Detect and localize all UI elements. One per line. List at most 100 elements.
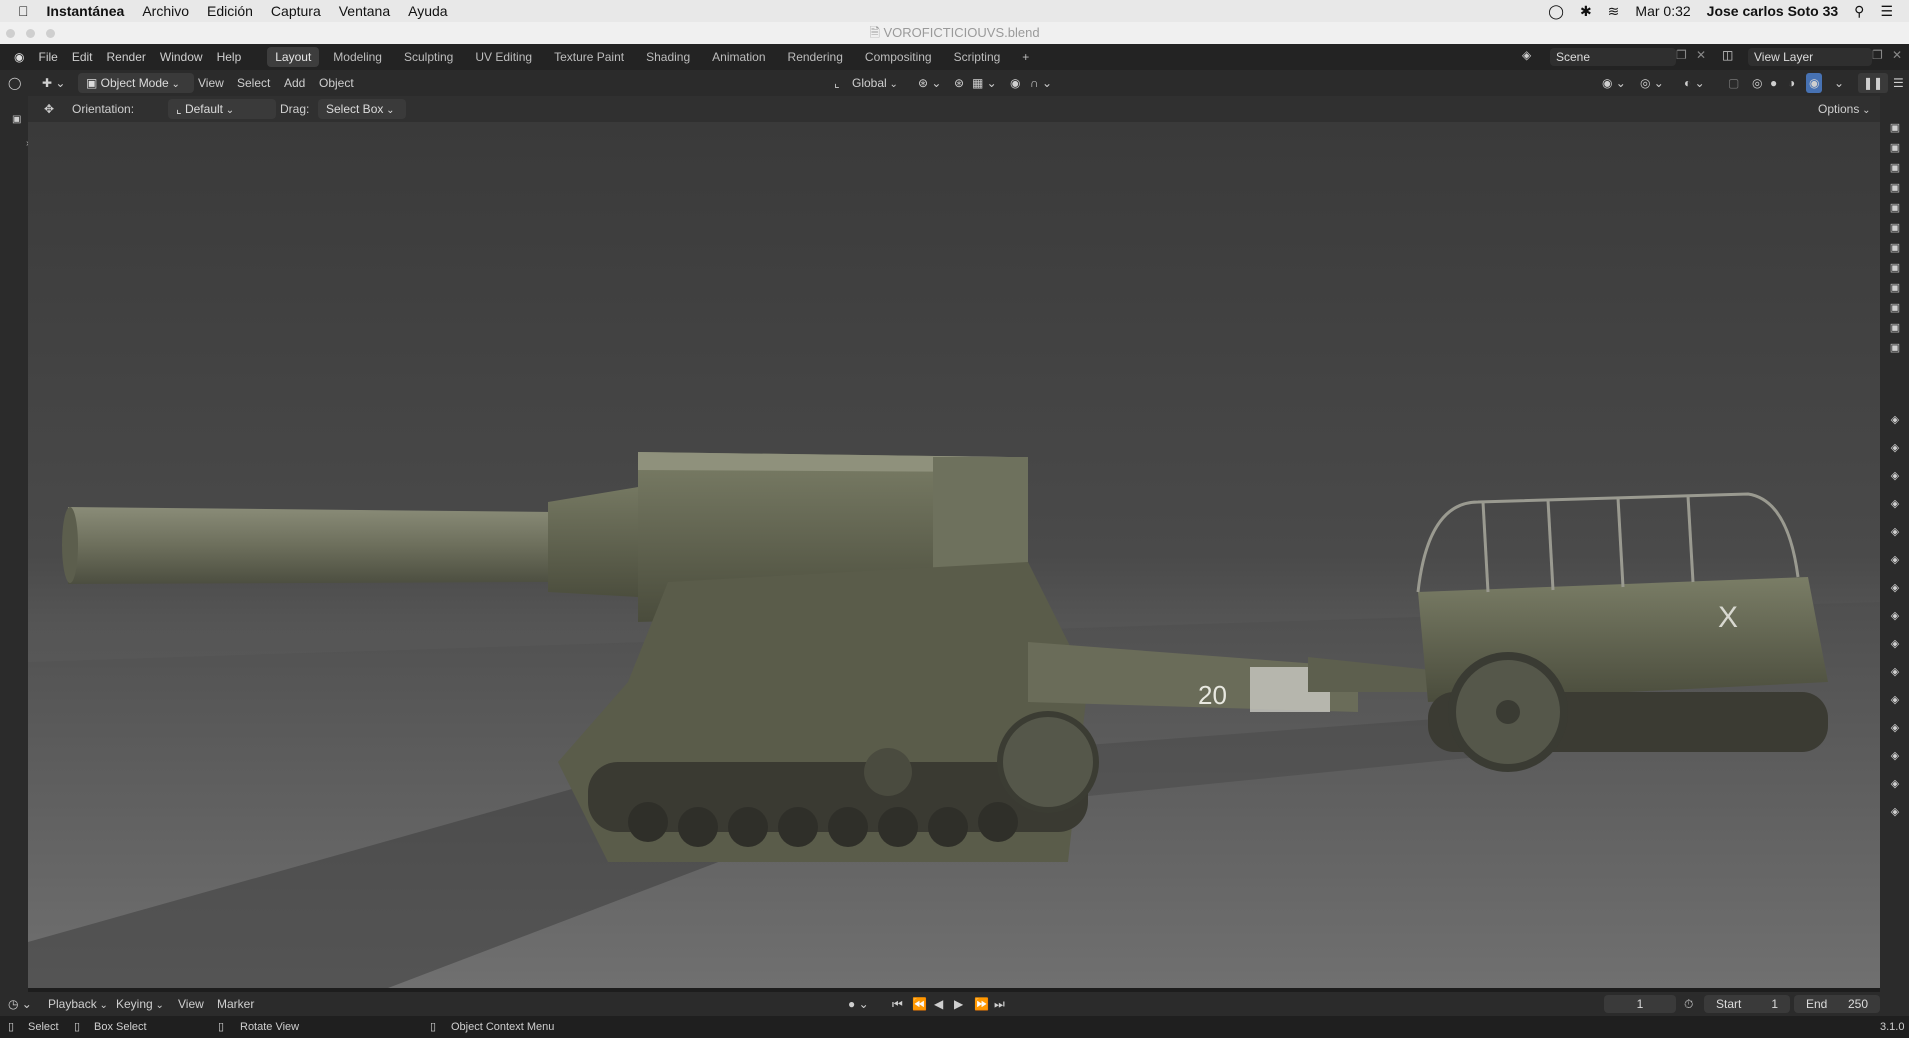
properties-tab-texture-icon[interactable]: ◈ bbox=[1888, 806, 1902, 818]
properties-tab-collection-icon[interactable]: ◈ bbox=[1888, 582, 1902, 594]
menu-help[interactable]: Help bbox=[217, 50, 242, 64]
properties-tab-material-icon[interactable]: ◈ bbox=[1888, 778, 1902, 790]
tab-texture-paint[interactable]: Texture Paint bbox=[546, 47, 632, 67]
editor-type-icon[interactable]: ◯ bbox=[8, 73, 21, 93]
menu-marker[interactable]: Marker bbox=[217, 994, 254, 1014]
properties-tab-world-icon[interactable]: ◈ bbox=[1888, 554, 1902, 566]
tab-scripting[interactable]: Scripting bbox=[946, 47, 1009, 67]
blender-logo-icon[interactable]: ◉ bbox=[14, 50, 24, 64]
new-view-layer-icon[interactable]: ❐ bbox=[1872, 48, 1883, 62]
camera-restrict-icon[interactable]: ▣ bbox=[1888, 342, 1902, 354]
play-reverse-icon[interactable]: ◀ bbox=[934, 994, 943, 1014]
properties-tab-tool-icon[interactable]: ◈ bbox=[1888, 414, 1902, 426]
tab-sculpting[interactable]: Sculpting bbox=[396, 47, 461, 67]
spotlight-search-icon[interactable]: ⚲ bbox=[1854, 3, 1864, 20]
pause-render-icon[interactable]: ❚❚ bbox=[1858, 73, 1889, 93]
tab-layout[interactable]: Layout bbox=[267, 47, 320, 67]
notification-center-icon[interactable]: ☰ bbox=[1880, 3, 1893, 20]
clock[interactable]: Mar 0:32 bbox=[1635, 3, 1690, 19]
3d-viewport[interactable]: 20 X bbox=[28, 122, 1880, 988]
camera-restrict-icon[interactable]: ▣ bbox=[1888, 162, 1902, 174]
current-frame-field[interactable]: 1 bbox=[1604, 995, 1676, 1013]
camera-restrict-icon[interactable]: ▣ bbox=[1888, 242, 1902, 254]
jump-keyframe-forward-icon[interactable]: ⏩ bbox=[974, 994, 989, 1014]
camera-restrict-icon[interactable]: ▣ bbox=[1888, 202, 1902, 214]
delete-scene-icon[interactable]: ✕ bbox=[1696, 48, 1706, 62]
xray-icon[interactable]: ▢ bbox=[1728, 73, 1739, 93]
menu-ayuda[interactable]: Ayuda bbox=[408, 3, 447, 19]
bluetooth-icon[interactable]: ✱ bbox=[1580, 3, 1592, 20]
solid-shading-icon[interactable]: ● bbox=[1770, 73, 1777, 93]
object-mode-dropdown[interactable]: ▣ Object Mode bbox=[78, 73, 194, 93]
tab-rendering[interactable]: Rendering bbox=[780, 47, 851, 67]
jump-start-icon[interactable]: ⏮ bbox=[892, 994, 903, 1014]
shading-options-icon[interactable]: ⌄ bbox=[1834, 73, 1844, 93]
camera-restrict-icon[interactable]: ▣ bbox=[1888, 322, 1902, 334]
scene-icon[interactable]: ◈ bbox=[1522, 48, 1531, 62]
menu-window[interactable]: Window bbox=[160, 50, 203, 64]
window-minimize-button[interactable] bbox=[26, 29, 35, 38]
menu-add[interactable]: Add bbox=[284, 73, 305, 93]
tab-modeling[interactable]: Modeling bbox=[325, 47, 390, 67]
add-workspace-button[interactable]: + bbox=[1014, 47, 1037, 67]
menu-select[interactable]: Select bbox=[237, 73, 270, 93]
properties-tab-render-icon[interactable]: ◈ bbox=[1888, 442, 1902, 454]
menu-keying[interactable]: Keying bbox=[116, 994, 164, 1014]
transform-orientation-dropdown[interactable]: Global bbox=[852, 73, 898, 93]
user-name[interactable]: Jose carlos Soto 33 bbox=[1707, 3, 1839, 19]
record-keyframe-icon[interactable]: ● ⌄ bbox=[848, 994, 869, 1014]
pivot-point-icon[interactable]: ⊛ ⌄ bbox=[918, 73, 941, 93]
properties-tab-physics-icon[interactable]: ◈ bbox=[1888, 694, 1902, 706]
camera-restrict-icon[interactable]: ▣ bbox=[1888, 222, 1902, 234]
gizmo-icon[interactable]: ◎ ⌄ bbox=[1640, 73, 1664, 93]
camera-restrict-icon[interactable]: ▣ bbox=[1888, 262, 1902, 274]
menu-playback[interactable]: Playback bbox=[48, 994, 108, 1014]
tab-shading[interactable]: Shading bbox=[638, 47, 698, 67]
app-name-menu[interactable]: Instantánea bbox=[47, 3, 125, 19]
menu-archivo[interactable]: Archivo bbox=[142, 3, 189, 19]
proportional-editing-icon[interactable]: ◉ bbox=[1010, 73, 1020, 93]
menu-render[interactable]: Render bbox=[107, 50, 146, 64]
select-mode-icon[interactable]: ✚ ⌄ bbox=[42, 73, 65, 93]
window-close-button[interactable] bbox=[6, 29, 15, 38]
tab-animation[interactable]: Animation bbox=[704, 47, 773, 67]
overlay-icon[interactable]: ◐ ⌄ bbox=[1684, 73, 1705, 93]
delete-view-layer-icon[interactable]: ✕ bbox=[1892, 48, 1902, 62]
new-scene-icon[interactable]: ❐ bbox=[1676, 48, 1687, 62]
snap-icon[interactable]: ⊛ bbox=[954, 73, 964, 93]
scene-selector[interactable]: Scene bbox=[1550, 48, 1676, 66]
properties-tab-data-icon[interactable]: ◈ bbox=[1888, 750, 1902, 762]
material-shading-icon[interactable]: ◑ bbox=[1788, 73, 1795, 93]
menu-object[interactable]: Object bbox=[319, 73, 354, 93]
properties-tab-modifier-icon[interactable]: ◈ bbox=[1888, 638, 1902, 650]
properties-tab-view-layer-icon[interactable]: ◈ bbox=[1888, 498, 1902, 510]
properties-tab-scene-icon[interactable]: ◈ bbox=[1888, 526, 1902, 538]
tab-uv-editing[interactable]: UV Editing bbox=[467, 47, 540, 67]
menu-view[interactable]: View bbox=[198, 73, 224, 93]
view-layer-selector[interactable]: View Layer bbox=[1748, 48, 1872, 66]
properties-tab-output-icon[interactable]: ◈ bbox=[1888, 470, 1902, 482]
stopwatch-icon[interactable]: ⏱ bbox=[1684, 994, 1693, 1014]
properties-tab-particles-icon[interactable]: ◈ bbox=[1888, 666, 1902, 678]
menu-edicion[interactable]: Edición bbox=[207, 3, 253, 19]
tab-compositing[interactable]: Compositing bbox=[857, 47, 940, 67]
menu-captura[interactable]: Captura bbox=[271, 3, 321, 19]
camera-restrict-icon[interactable]: ▣ bbox=[1888, 142, 1902, 154]
window-zoom-button[interactable] bbox=[46, 29, 55, 38]
camera-restrict-icon[interactable]: ▣ bbox=[1888, 302, 1902, 314]
rendered-shading-icon[interactable]: ◉ bbox=[1806, 73, 1823, 93]
play-icon[interactable]: ▶ bbox=[954, 994, 963, 1014]
menu-ventana[interactable]: Ventana bbox=[339, 3, 390, 19]
jump-end-icon[interactable]: ⏭ bbox=[994, 994, 1005, 1014]
view-layer-icon[interactable]: ◫ bbox=[1722, 48, 1733, 62]
menu-timeline-view[interactable]: View bbox=[178, 994, 204, 1014]
falloff-icon[interactable]: ∩ ⌄ bbox=[1030, 73, 1052, 93]
timeline-editor-icon[interactable]: ◷ ⌄ bbox=[8, 994, 32, 1014]
camera-restrict-icon[interactable]: ▣ bbox=[1888, 122, 1902, 134]
sidebar-toggle-icon[interactable]: ☰ bbox=[1893, 73, 1904, 93]
properties-tab-constraints-icon[interactable]: ◈ bbox=[1888, 722, 1902, 734]
creative-cloud-icon[interactable]: ◯ bbox=[1548, 3, 1564, 20]
wireframe-shading-icon[interactable]: ◎ bbox=[1752, 73, 1762, 93]
object-visibility-icon[interactable]: ◉ ⌄ bbox=[1602, 73, 1626, 93]
wifi-icon[interactable]: ≋ bbox=[1608, 3, 1620, 20]
